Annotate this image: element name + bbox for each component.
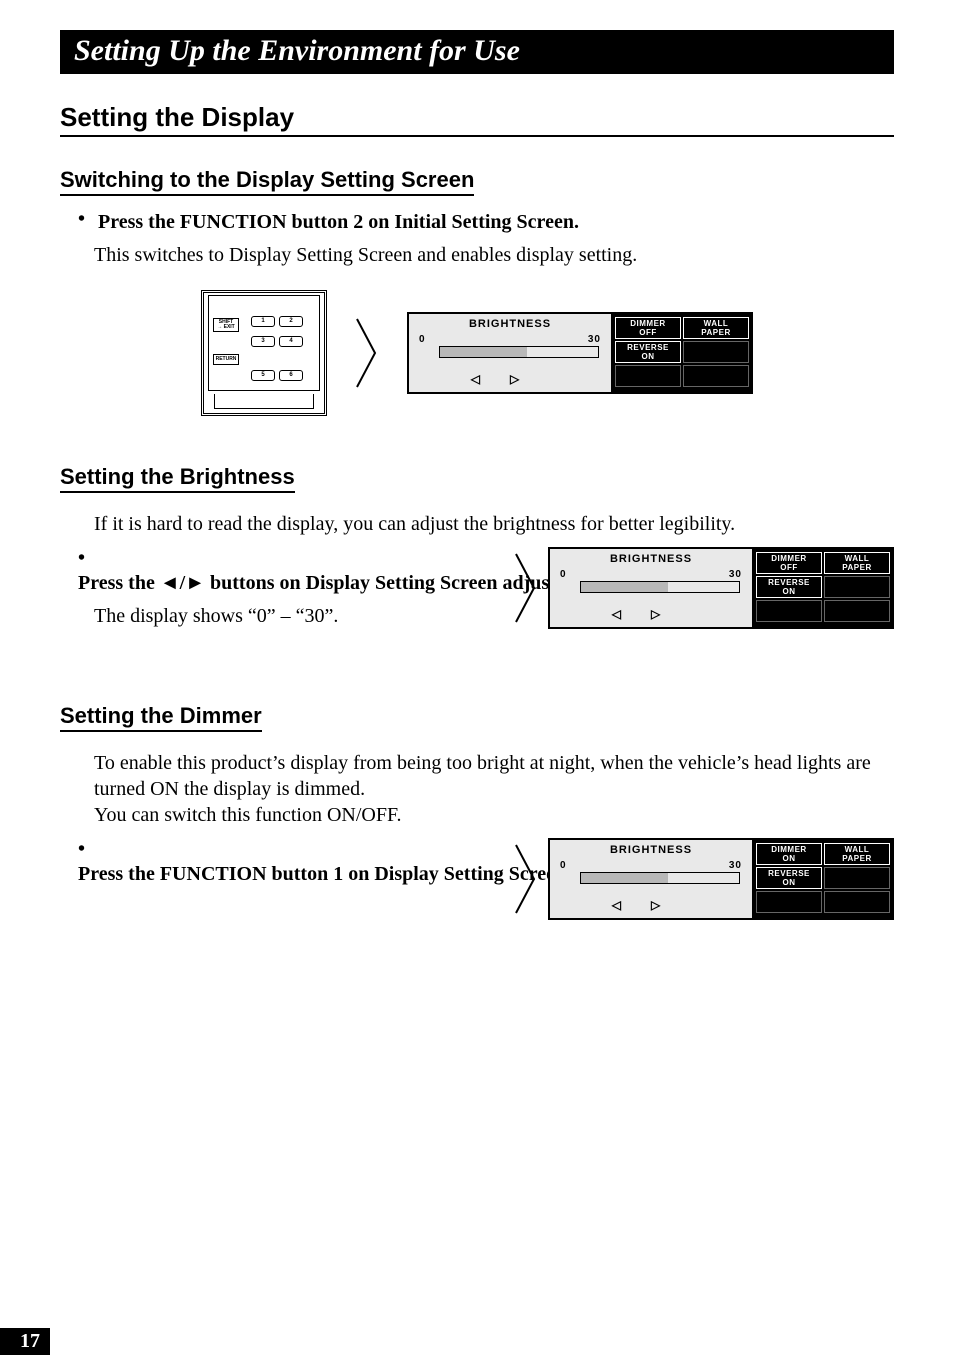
device-key-6: 6	[279, 370, 303, 381]
lcd1-btn-empty2	[615, 365, 681, 387]
page-number: 17	[0, 1328, 50, 1355]
lcd1-btn-dimmer: DIMMEROFF	[615, 317, 681, 339]
left-arrow-icon: ◄	[160, 572, 180, 594]
lcd3-btn-empty2	[756, 891, 822, 913]
lcd-screen-1: BRIGHTNESS 0 30 ◁▷ DIMMEROFF WALLPAPER R…	[407, 312, 753, 394]
device-return-label: RETURN	[213, 354, 239, 365]
lcd2-btn-dimmer: DIMMEROFF	[756, 552, 822, 574]
lcd2-btn-empty3	[824, 600, 890, 622]
lcd1-max: 30	[588, 334, 601, 345]
lcd3-title: BRIGHTNESS	[550, 844, 752, 856]
lcd2-min: 0	[560, 569, 566, 580]
s1-step: Press the FUNCTION button 2 on Initial S…	[98, 211, 579, 233]
s2-body: The display shows “0” – “30”.	[94, 603, 400, 629]
lcd3-min: 0	[560, 860, 566, 871]
lcd2-max: 30	[729, 569, 742, 580]
lcd2-btn-wallpaper: WALLPAPER	[824, 552, 890, 574]
lcd-screen-2: BRIGHTNESS 0 30 ◁▷ DIMMEROFF WALLPAPER R…	[548, 547, 894, 629]
lcd2-btn-empty	[824, 576, 890, 598]
device-key-4: 4	[279, 336, 303, 347]
s3-intro2: You can switch this function ON/OFF.	[94, 802, 894, 828]
lcd3-btn-wallpaper: WALLPAPER	[824, 843, 890, 865]
subsection-brightness: Setting the Brightness	[60, 464, 295, 493]
lcd2-arrows: ◁▷	[550, 607, 752, 621]
device-key-1: 1	[251, 316, 275, 327]
device-key-5: 5	[251, 370, 275, 381]
lcd3-bar	[580, 872, 740, 884]
lcd2-title: BRIGHTNESS	[550, 553, 752, 565]
lcd1-btn-empty	[683, 341, 749, 363]
lcd1-bar	[439, 346, 599, 358]
lcd2-btn-empty2	[756, 600, 822, 622]
transition-arrow-icon	[355, 315, 379, 391]
lcd2-btn-reverse: REVERSEON	[756, 576, 822, 598]
subsection-switching: Switching to the Display Setting Screen	[60, 167, 474, 196]
device-shift-label: SHIFT→ EXIT	[213, 318, 239, 332]
lcd1-min: 0	[419, 334, 425, 345]
h1-rule	[60, 135, 894, 137]
lcd3-arrows: ◁▷	[550, 898, 752, 912]
device-illustration: SHIFT→ EXIT RETURN 1 2 3 4 5 6	[201, 290, 327, 416]
device-key-2: 2	[279, 316, 303, 327]
lcd2-bar	[580, 581, 740, 593]
subsection-dimmer: Setting the Dimmer	[60, 703, 262, 732]
chapter-banner: Setting Up the Environment for Use	[60, 30, 894, 74]
lcd3-btn-empty	[824, 867, 890, 889]
lcd3-btn-dimmer: DIMMERON	[756, 843, 822, 865]
section-h1: Setting the Display	[60, 102, 894, 133]
transition-arrow-icon	[514, 841, 538, 917]
lcd1-btn-wallpaper: WALLPAPER	[683, 317, 749, 339]
bullet-icon: •	[78, 547, 94, 569]
s2-intro: If it is hard to read the display, you c…	[94, 511, 894, 537]
s3-intro1: To enable this product’s display from be…	[94, 750, 894, 802]
lcd1-arrows: ◁▷	[409, 372, 611, 386]
lcd-screen-3: BRIGHTNESS 0 30 ◁▷ DIMMERON WALLPAPER RE…	[548, 838, 894, 920]
right-arrow-icon: ►	[185, 572, 205, 594]
lcd1-btn-reverse: REVERSEON	[615, 341, 681, 363]
lcd1-btn-empty3	[683, 365, 749, 387]
bullet-icon: •	[78, 208, 94, 230]
lcd1-title: BRIGHTNESS	[409, 318, 611, 330]
lcd3-btn-reverse: REVERSEON	[756, 867, 822, 889]
device-key-3: 3	[251, 336, 275, 347]
transition-arrow-icon	[514, 550, 538, 626]
lcd3-max: 30	[729, 860, 742, 871]
s1-body: This switches to Display Setting Screen …	[94, 242, 894, 268]
bullet-icon: •	[78, 838, 94, 860]
lcd3-btn-empty3	[824, 891, 890, 913]
